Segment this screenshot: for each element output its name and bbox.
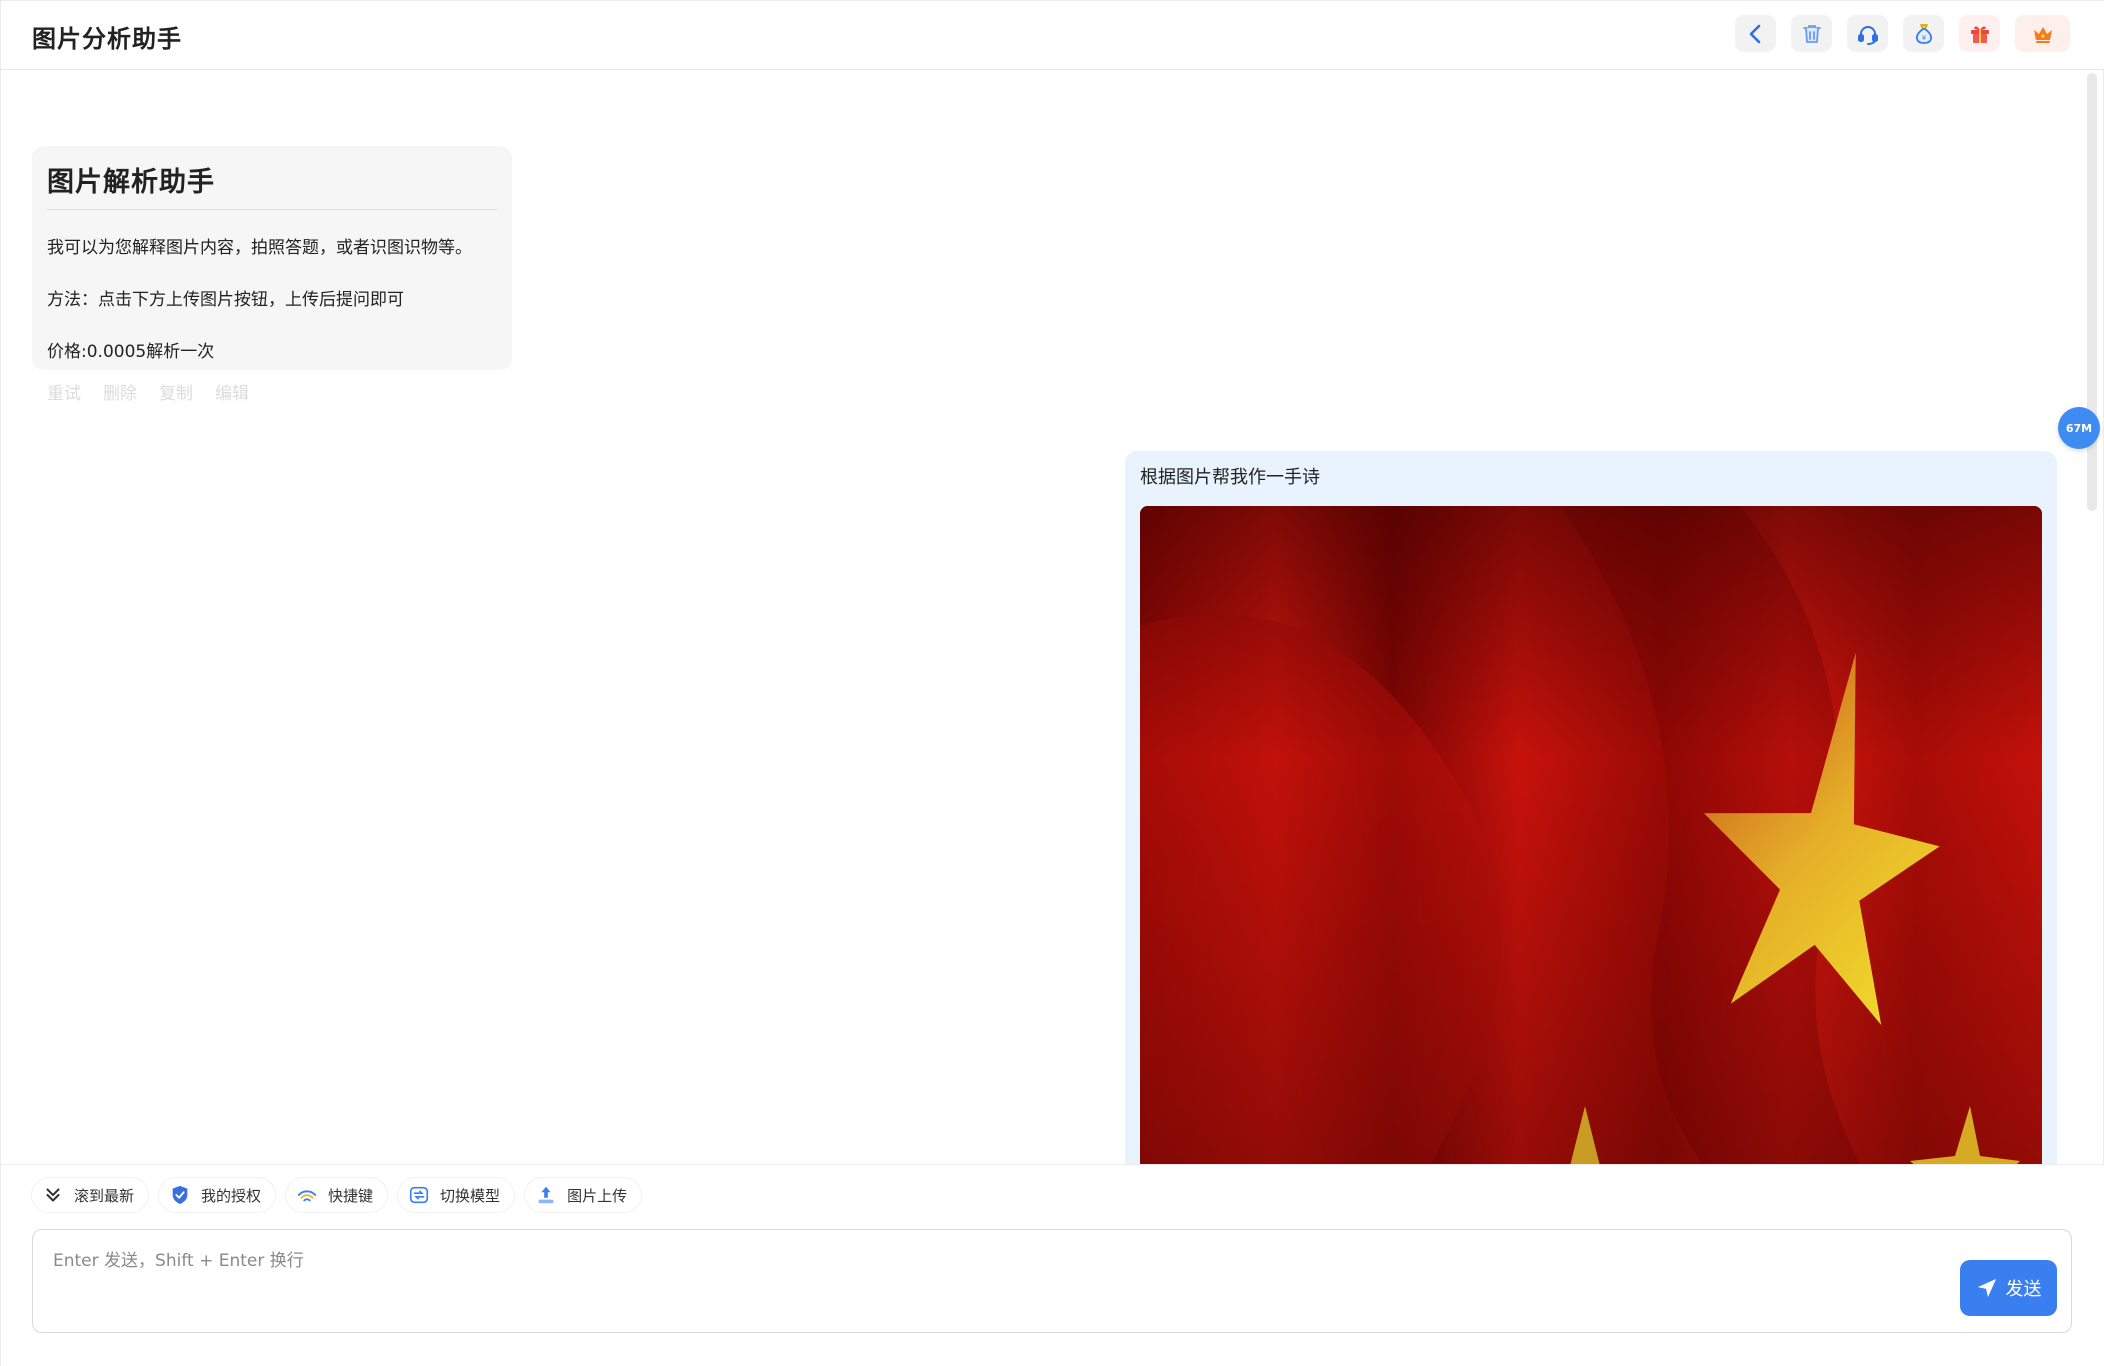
send-button-label: 发送 [2005, 1279, 2042, 1300]
send-icon [1977, 1278, 1996, 1298]
app-window: 图片分析助手 ¥ 图片解析助手 我可以为您解释图片内容，拍照答题，或者识图识物等… [0, 0, 2104, 1366]
retry-button[interactable]: 重试 [47, 379, 81, 404]
delete-button[interactable]: 删除 [103, 379, 137, 404]
svg-text:¥: ¥ [1921, 34, 1926, 42]
gift-button[interactable] [1959, 15, 2000, 52]
flag-image [1140, 506, 2042, 1164]
clear-chat-button[interactable] [1791, 15, 1832, 52]
toolbar-item-label: 快捷键 [328, 1186, 374, 1205]
composer-area: 滚到最新 我的授权 快捷键 切换模型 图片上传 发送 [1, 1164, 2104, 1366]
toolbar-item-label: 图片上传 [567, 1186, 628, 1205]
switch-model-button[interactable]: 切换模型 [398, 1178, 515, 1212]
switch-model-icon [409, 1186, 429, 1204]
copy-button[interactable]: 复制 [159, 379, 193, 404]
scroll-to-latest-button[interactable]: 滚到最新 [32, 1178, 149, 1212]
image-upload-button[interactable]: 图片上传 [525, 1178, 642, 1212]
message-input-box: 发送 [32, 1229, 2072, 1333]
wifi-signal-icon [297, 1190, 317, 1202]
header-bar: 图片分析助手 ¥ [1, 1, 2104, 70]
memory-badge[interactable]: 67M [2058, 407, 2100, 449]
chevrons-down-icon [46, 1188, 60, 1202]
money-bag-icon: ¥ [1915, 23, 1932, 44]
toolbar-item-label: 滚到最新 [74, 1186, 135, 1205]
vip-button[interactable] [2015, 15, 2070, 52]
chevron-left-icon [1749, 24, 1760, 43]
user-message: 根据图片帮我作一手诗 [1125, 451, 2057, 1164]
back-button[interactable] [1735, 15, 1776, 52]
toolbar-item-label: 切换模型 [440, 1186, 501, 1205]
toolbar: 滚到最新 我的授权 快捷键 切换模型 图片上传 [32, 1178, 642, 1212]
upload-icon [538, 1186, 554, 1204]
message-actions: 重试 删除 复制 编辑 [47, 379, 249, 404]
page-title: 图片分析助手 [32, 25, 182, 53]
trash-icon [1802, 24, 1821, 43]
uploaded-image[interactable] [1140, 506, 2042, 1164]
gift-icon [1970, 25, 1989, 43]
assistant-message-line: 我可以为您解释图片内容，拍照答题，或者识图识物等。 [47, 238, 472, 258]
my-authorization-button[interactable]: 我的授权 [159, 1178, 276, 1212]
assistant-message: 图片解析助手 我可以为您解释图片内容，拍照答题，或者识图识物等。 方法：点击下方… [32, 146, 512, 370]
headset-icon [1857, 25, 1878, 45]
header-actions: ¥ [1735, 15, 2070, 52]
toolbar-item-label: 我的授权 [201, 1186, 262, 1205]
edit-button[interactable]: 编辑 [215, 379, 249, 404]
message-input[interactable] [53, 1246, 1953, 1316]
shortcuts-button[interactable]: 快捷键 [286, 1178, 388, 1212]
recharge-button[interactable]: ¥ [1903, 15, 1944, 52]
customer-service-button[interactable] [1847, 15, 1888, 52]
assistant-message-line: 方法：点击下方上传图片按钮，上传后提问即可 [47, 290, 404, 310]
send-button[interactable]: 发送 [1960, 1260, 2057, 1316]
user-message-text: 根据图片帮我作一手诗 [1140, 467, 1320, 488]
assistant-message-title: 图片解析助手 [47, 160, 497, 210]
shield-check-icon [172, 1185, 188, 1205]
crown-icon [2033, 26, 2052, 43]
chat-scroll-area[interactable]: 图片解析助手 我可以为您解释图片内容，拍照答题，或者识图识物等。 方法：点击下方… [1, 71, 2087, 1164]
assistant-message-line: 价格:0.0005解析一次 [47, 342, 215, 362]
